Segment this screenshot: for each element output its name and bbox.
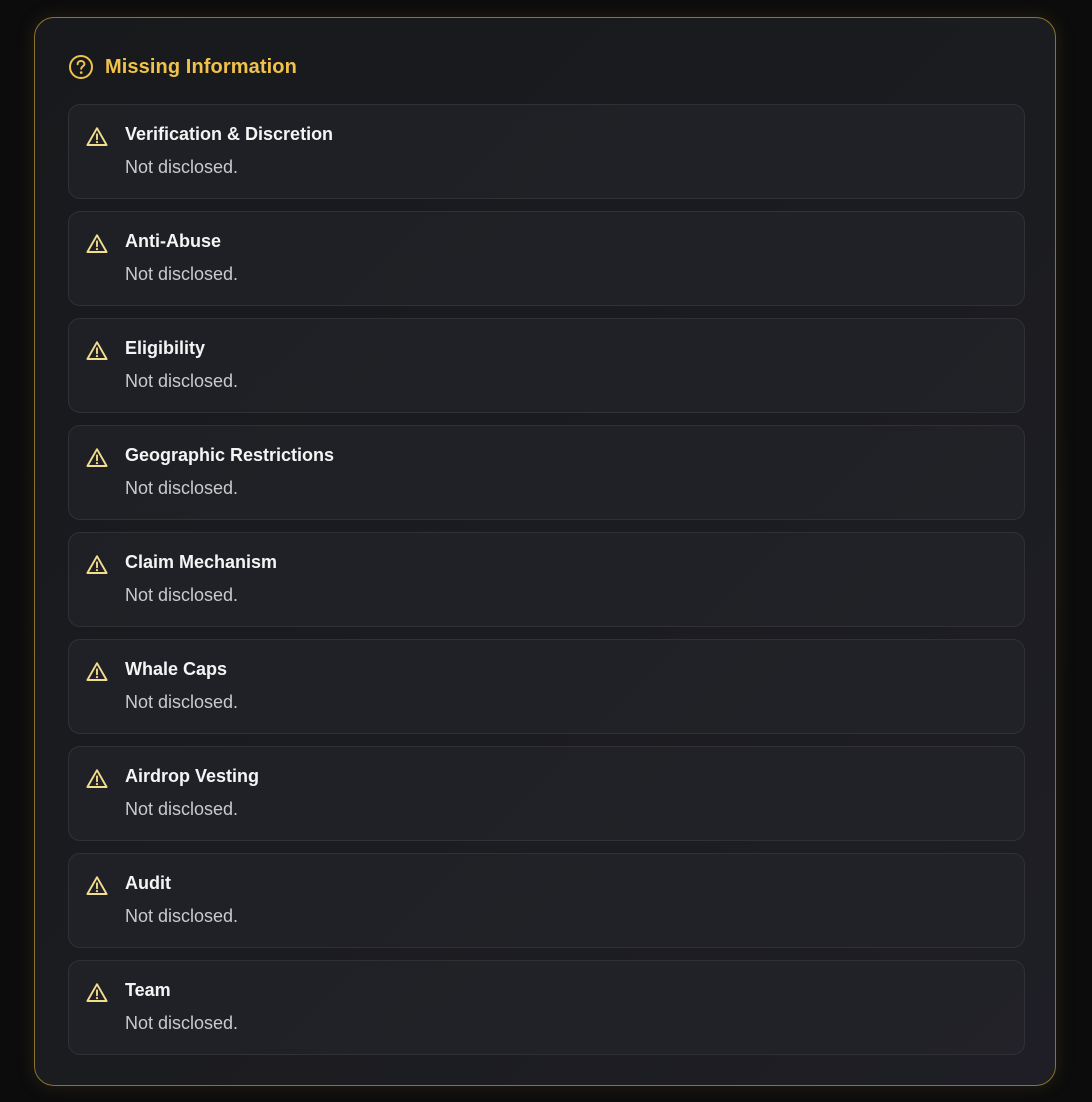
warning-triangle-icon [85,125,109,149]
list-item-claim-mechanism: Claim Mechanism Not disclosed. [68,532,1025,627]
list-item-audit: Audit Not disclosed. [68,853,1025,948]
item-label: Verification & Discretion [125,124,334,144]
item-value: Not disclosed. [125,157,239,177]
help-circle-icon [68,54,94,80]
list-item-verification-discretion: Verification & Discretion Not disclosed. [68,104,1025,199]
item-value: Not disclosed. [125,1013,239,1033]
item-label: Whale Caps [125,659,228,679]
warning-triangle-icon [85,874,109,898]
item-value: Not disclosed. [125,478,239,498]
item-value: Not disclosed. [125,692,239,712]
item-label: Audit [125,873,171,893]
item-label: Geographic Restrictions [125,445,335,465]
warning-triangle-icon [85,660,109,684]
list-item-geographic-restrictions: Geographic Restrictions Not disclosed. [68,425,1025,520]
list-item-eligibility: Eligibility Not disclosed. [68,318,1025,413]
warning-triangle-icon [85,446,109,470]
warning-triangle-icon [85,981,109,1005]
missing-info-list: Verification & Discretion Not disclosed.… [68,104,1025,1067]
warning-triangle-icon [85,767,109,791]
item-value: Not disclosed. [125,585,239,605]
list-item-anti-abuse: Anti-Abuse Not disclosed. [68,211,1025,306]
warning-triangle-icon [85,339,109,363]
item-label: Anti-Abuse [125,231,221,251]
warning-triangle-icon [85,553,109,577]
item-label: Claim Mechanism [125,552,278,572]
list-item-airdrop-vesting: Airdrop Vesting Not disclosed. [68,746,1025,841]
item-value: Not disclosed. [125,264,239,284]
section-title: Missing Information [105,55,297,78]
list-item-team: Team Not disclosed. [68,960,1025,1055]
list-item-whale-caps: Whale Caps Not disclosed. [68,639,1025,734]
section-header: Missing Information [68,53,297,81]
missing-information-panel: Missing Information Verification & Discr… [34,17,1056,1086]
item-label: Airdrop Vesting [125,766,260,786]
item-value: Not disclosed. [125,906,239,926]
item-value: Not disclosed. [125,799,239,819]
item-value: Not disclosed. [125,371,239,391]
item-label: Team [125,980,171,1000]
warning-triangle-icon [85,232,109,256]
item-label: Eligibility [125,338,206,358]
